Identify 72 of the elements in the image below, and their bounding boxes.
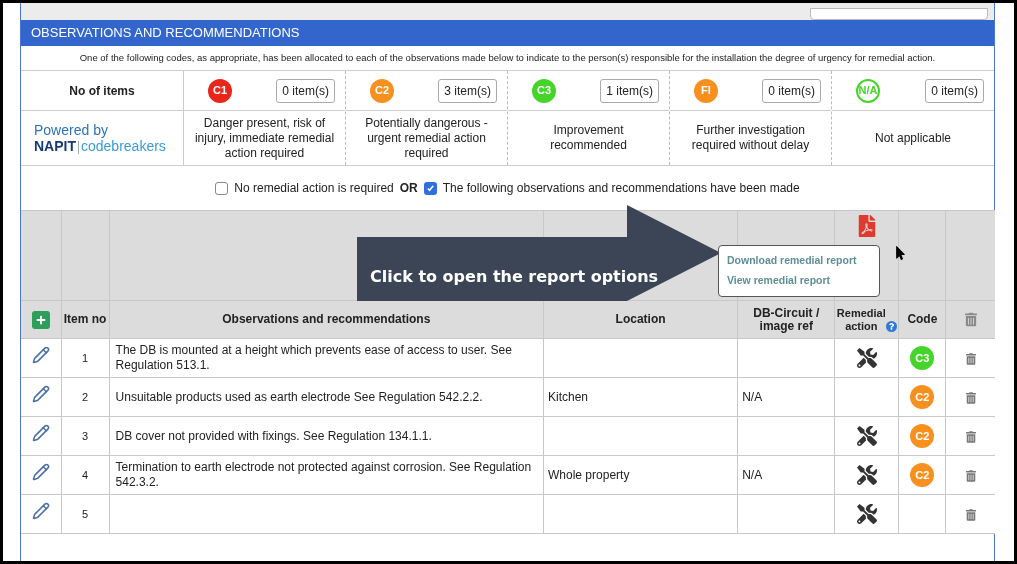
column-header: Code	[907, 312, 938, 326]
code-description: Further investigation required without delay	[690, 123, 811, 153]
code-badge: C3	[910, 346, 935, 370]
code-badge: C2	[370, 78, 394, 103]
delete-icon[interactable]	[965, 469, 976, 482]
item-count-field: 3 item(s)	[438, 78, 497, 103]
location-text: Kitchen	[548, 390, 589, 404]
input-field[interactable]	[810, 8, 988, 20]
code-badge: C3	[532, 78, 556, 103]
item-count-field: 0 item(s)	[276, 78, 335, 103]
item-number: 2	[82, 391, 89, 403]
delete-icon[interactable]	[965, 508, 976, 521]
checkbox[interactable]	[215, 181, 229, 195]
item-number: 4	[82, 469, 89, 481]
tools-icon[interactable]	[856, 504, 877, 524]
checkbox-label: No remedial action is required	[234, 180, 394, 197]
db-ref-text: N/A	[742, 468, 763, 482]
delete-icon[interactable]	[965, 391, 976, 404]
menu-item[interactable]: View remedial report	[727, 273, 879, 289]
plus-icon	[35, 314, 46, 325]
code-badge: C2	[910, 463, 935, 487]
observation-text: DB cover not provided with fixings. See Regulation 134.1.1.	[115, 428, 432, 443]
item-count-field: 0 item(s)	[762, 78, 821, 103]
checkbox-label: The following observations and recommendations have been made	[442, 180, 800, 197]
tools-icon[interactable]	[856, 348, 877, 368]
code-badge: N/A	[856, 78, 880, 103]
column-header: Observations and recommendations	[222, 312, 431, 326]
code-badge: C1	[208, 78, 232, 103]
tools-icon[interactable]	[856, 465, 877, 485]
code-description: Potentially dangerous - urgent remedial action required	[364, 115, 489, 161]
or-label: OR	[399, 180, 418, 197]
item-count-field: 0 item(s)	[925, 78, 984, 103]
brand-logo: Powered by NAPIT codebreakers	[33, 121, 167, 156]
edit-icon[interactable]	[31, 423, 50, 442]
edit-icon[interactable]	[31, 501, 50, 520]
add-button[interactable]	[31, 310, 50, 329]
delete-icon[interactable]	[965, 352, 976, 365]
delete-all-icon[interactable]	[964, 312, 977, 327]
code-description: Not applicable	[874, 130, 952, 146]
location-text: Whole property	[548, 468, 630, 482]
code-description: Danger present, risk of injury, immediate remedial action required	[193, 115, 336, 161]
check-icon	[425, 183, 435, 193]
item-number: 1	[82, 352, 89, 364]
item-count-field: 1 item(s)	[600, 78, 659, 103]
delete-icon[interactable]	[965, 430, 976, 443]
item-number: 3	[82, 430, 89, 442]
observation-text: Unsuitable products used as earth electrode See Regulation 542.2.2.	[115, 389, 483, 404]
code-badge: C2	[910, 385, 935, 409]
code-badge: FI	[694, 78, 718, 103]
tools-icon[interactable]	[856, 426, 877, 446]
edit-icon[interactable]	[31, 345, 50, 364]
item-number: 5	[82, 508, 89, 520]
column-header: Location	[615, 312, 666, 326]
checkbox[interactable]	[423, 181, 437, 195]
edit-icon[interactable]	[31, 462, 50, 481]
column-header: Remedial action	[836, 306, 887, 333]
code-badge: C2	[910, 424, 935, 448]
code-description: Improvement recommended	[549, 123, 628, 153]
db-ref-text: N/A	[742, 390, 763, 404]
callout-text: Click to open the report options	[370, 266, 659, 288]
pdf-icon[interactable]	[857, 215, 876, 237]
legend-label: No of items	[69, 82, 135, 100]
edit-icon[interactable]	[31, 384, 50, 403]
cursor-icon	[896, 246, 905, 260]
column-header: DB-Circuit / image ref	[753, 305, 820, 333]
intro-text: One of the following codes, as appropriate, has been allocated to each of the observations made below to indicate to the person(s) responsible for the installation the degree of urgency for remedial action.	[21, 46, 994, 71]
help-icon[interactable]	[886, 320, 898, 332]
observation-text: The DB is mounted at a height which prevents ease of access to user. See Regulation 513.1.	[115, 343, 512, 372]
section-header: OBSERVATIONS AND RECOMMENDATIONS	[21, 20, 994, 46]
menu-item[interactable]: Download remedial report	[727, 253, 879, 269]
column-header: Item no	[63, 312, 107, 326]
observation-text: Termination to earth electrode not protected against corrosion. See Regulation 542.3.2.	[115, 460, 532, 489]
